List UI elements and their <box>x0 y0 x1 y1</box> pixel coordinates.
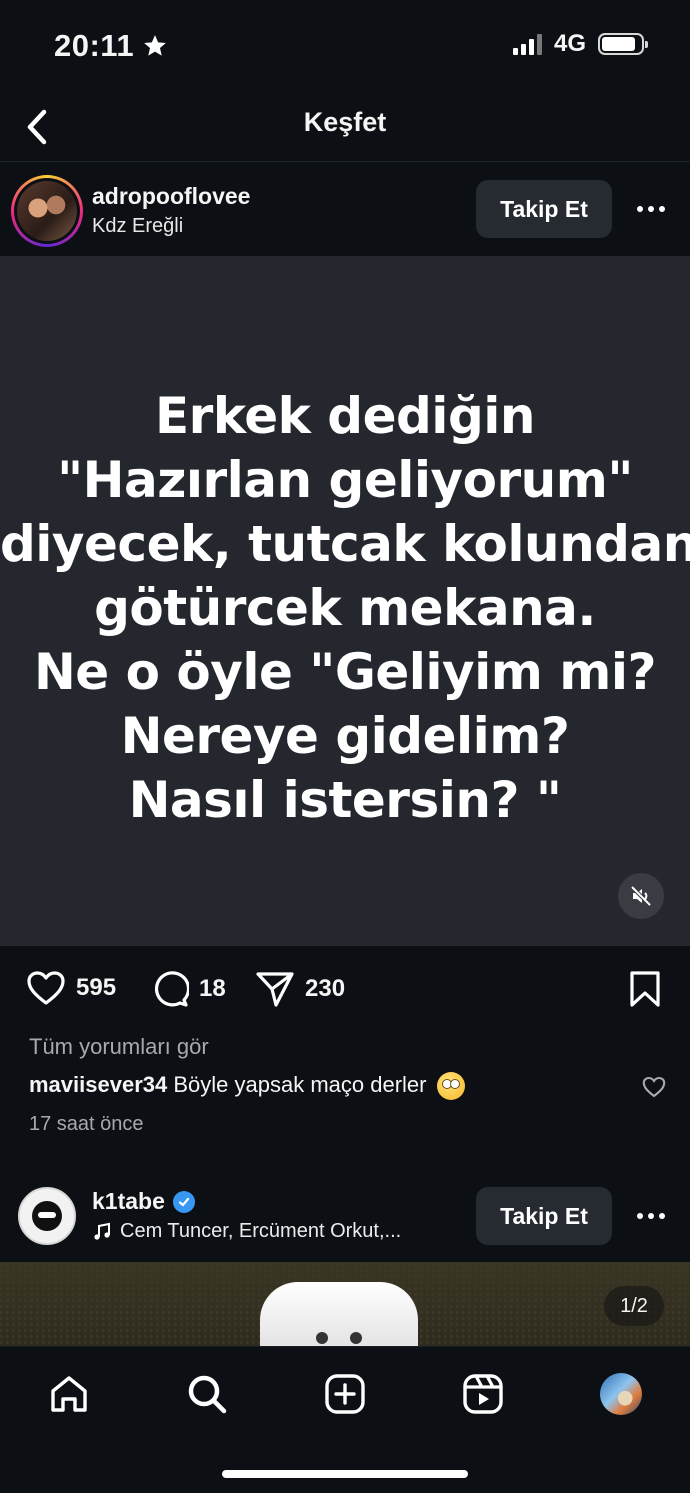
comment-button[interactable]: 18 <box>151 970 226 1008</box>
carousel-pager: 1/2 <box>604 1286 664 1326</box>
add-icon <box>325 1374 365 1414</box>
comment-icon <box>154 971 189 1007</box>
media-text-line: diyecek, tutcak kolundan <box>0 515 690 573</box>
media-text-line: Ne o öyle "Geliyim mi? <box>33 643 657 701</box>
media-text-line: Erkek dediğin <box>155 387 535 445</box>
tab-search[interactable] <box>182 1369 232 1419</box>
signal-icon <box>512 33 542 55</box>
post2-media[interactable]: 1/2 <box>0 1262 690 1346</box>
avatar[interactable] <box>18 1187 76 1245</box>
post-username[interactable]: adropooflovee <box>92 183 250 210</box>
share-count: 230 <box>305 975 346 1002</box>
tab-home[interactable] <box>44 1369 94 1419</box>
media-text: Erkek dediğin "Hazırlan geliyorum" diyec… <box>0 370 690 832</box>
status-indicators: 4G <box>512 30 648 58</box>
more-options-button[interactable] <box>629 1194 673 1238</box>
clock-text: 20:11 <box>54 28 135 63</box>
follow-button[interactable]: Takip Et <box>476 1187 612 1245</box>
tab-profile[interactable] <box>596 1369 646 1419</box>
post-location[interactable]: Kdz Ereğli <box>92 215 183 238</box>
profile-avatar <box>600 1373 642 1415</box>
star-icon <box>144 35 166 56</box>
more-options-button[interactable] <box>629 187 673 231</box>
top-comment: maviisever34 Böyle yapsak maço derler <box>29 1072 465 1101</box>
home-icon <box>51 1376 87 1412</box>
music-text: Cem Tuncer, Ercüment Orkut,... <box>120 1220 402 1242</box>
media-text-line: Nereye gidelim? <box>120 707 570 765</box>
share-icon <box>256 972 294 1007</box>
view-all-comments-link[interactable]: Tüm yorumları gör <box>29 1034 209 1060</box>
comment-like-button[interactable] <box>642 1076 666 1103</box>
comment-count: 18 <box>199 975 226 1002</box>
post-timestamp: 17 saat önce <box>29 1113 144 1135</box>
comment-username[interactable]: maviisever34 <box>29 1072 167 1097</box>
search-icon <box>188 1375 227 1414</box>
network-type: 4G <box>553 30 586 57</box>
home-indicator <box>222 1470 468 1478</box>
media-text-line: "Hazırlan geliyorum" <box>57 451 633 509</box>
music-note-icon <box>94 1222 110 1240</box>
media-text-line: götürcek mekana. <box>94 579 596 637</box>
follow-button[interactable]: Takip Et <box>476 180 612 238</box>
post2-header: k1tabe Cem Tuncer, Ercüment Orkut,... Ta… <box>0 1170 690 1262</box>
reels-icon <box>463 1374 503 1414</box>
comment-text: Böyle yapsak maço derler <box>173 1072 427 1097</box>
bookmark-icon <box>630 971 660 1007</box>
save-button[interactable] <box>628 970 662 1013</box>
like-count: 595 <box>76 974 117 1001</box>
post2-username[interactable]: k1tabe <box>92 1188 165 1215</box>
post-header: adropooflovee Kdz Ereğli Takip Et <box>0 163 690 256</box>
battery-icon <box>598 33 648 55</box>
media-text-line: Nasıl istersin? " <box>128 771 562 829</box>
eye-roll-emoji-icon <box>436 1072 465 1101</box>
page-title: Keşfet <box>303 107 387 137</box>
status-bar: 20:11 4G <box>0 0 690 92</box>
music-info[interactable]: Cem Tuncer, Ercüment Orkut,... <box>92 1220 401 1243</box>
speaker-image <box>260 1282 418 1346</box>
post-media[interactable]: Erkek dediğin "Hazırlan geliyorum" diyec… <box>0 256 690 946</box>
verified-badge-icon <box>172 1190 195 1213</box>
heart-icon <box>27 971 65 1005</box>
heart-icon <box>642 1076 666 1098</box>
post2-user[interactable]: k1tabe <box>92 1188 195 1215</box>
share-button[interactable]: 230 <box>255 970 345 1008</box>
tab-reels[interactable] <box>458 1369 508 1419</box>
mute-icon <box>630 885 652 907</box>
avatar[interactable] <box>11 175 83 247</box>
post-actions: 595 18 230 <box>0 946 690 1032</box>
nav-header: Keşfet <box>0 92 690 162</box>
status-time: 20:11 <box>54 28 168 64</box>
tab-create[interactable] <box>320 1369 370 1419</box>
mute-button[interactable] <box>618 873 664 919</box>
like-button[interactable]: 595 <box>26 970 116 1006</box>
